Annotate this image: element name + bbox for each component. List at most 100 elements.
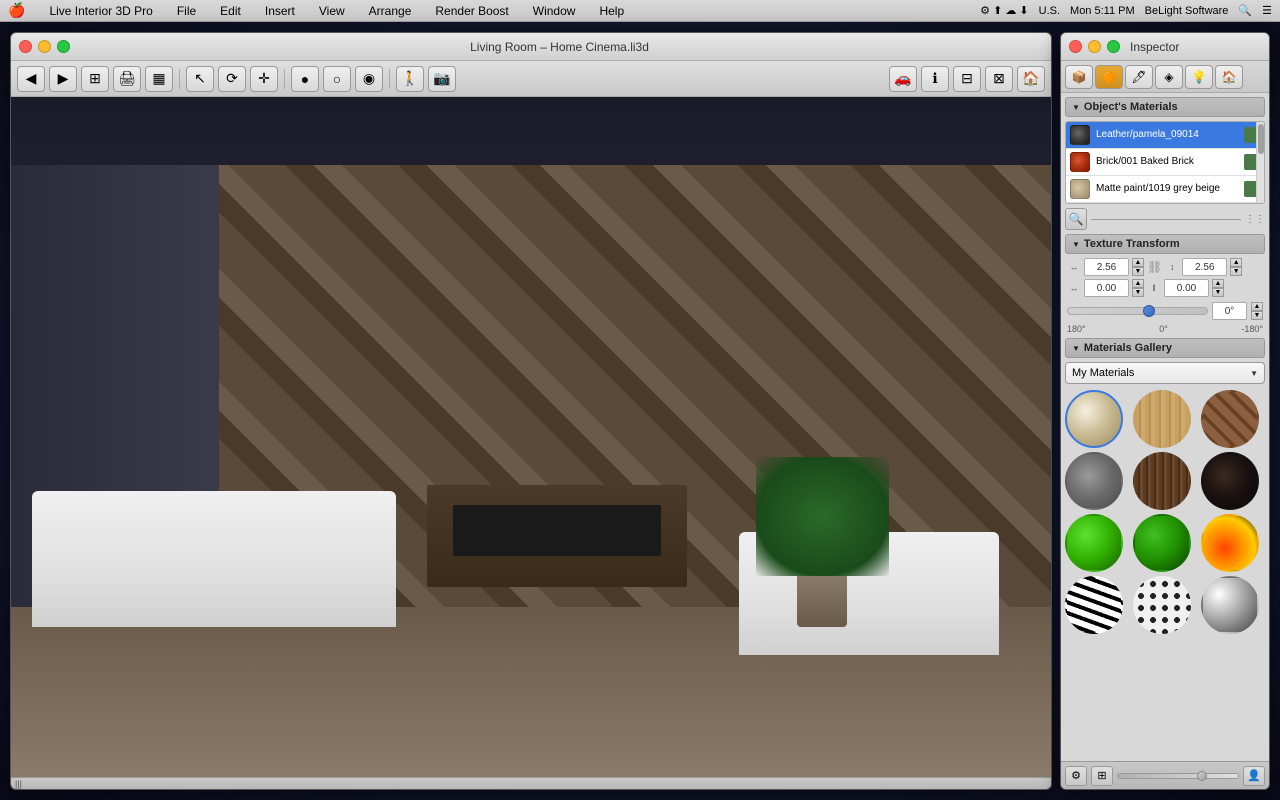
width-input[interactable] xyxy=(1084,258,1129,276)
gallery-grid xyxy=(1065,390,1265,634)
bottom-settings-button[interactable]: ⚙ xyxy=(1065,766,1087,786)
gallery-item-12[interactable] xyxy=(1201,576,1259,634)
offset-x-input[interactable] xyxy=(1084,279,1129,297)
offset-x-stepper-up[interactable]: ▲ xyxy=(1132,279,1144,288)
bottom-person-button[interactable]: 👤 xyxy=(1243,766,1265,786)
maximize-button[interactable] xyxy=(57,40,70,53)
apple-menu[interactable]: 🍎 xyxy=(8,2,25,19)
bottom-grid-button[interactable]: ⊞ xyxy=(1091,766,1113,786)
tab-paint[interactable]: 🖊 xyxy=(1125,65,1153,89)
ring-tool[interactable]: ◉ xyxy=(355,66,383,92)
tab-house[interactable]: 🏠 xyxy=(1215,65,1243,89)
tab-material[interactable]: 🔶 xyxy=(1095,65,1123,89)
info-button[interactable]: ℹ xyxy=(921,66,949,92)
texture-transform-header: ▼ Texture Transform xyxy=(1065,234,1265,254)
menubar-file[interactable]: File xyxy=(173,4,200,18)
rotation-slider-row: ▲ ▼ xyxy=(1065,300,1265,322)
options-button[interactable]: ⋮⋮ xyxy=(1245,214,1265,225)
section-arrow-gallery: ▼ xyxy=(1072,344,1080,353)
tab-object[interactable]: 📦 xyxy=(1065,65,1093,89)
inspector-close-button[interactable] xyxy=(1069,40,1082,53)
inspector-content: ▼ Object's Materials Leather/pamela_0901… xyxy=(1061,93,1269,761)
select-tool[interactable]: ↖ xyxy=(186,66,214,92)
height-stepper-up[interactable]: ▲ xyxy=(1230,258,1242,267)
search-divider xyxy=(1091,219,1241,220)
offset-y-icon: I xyxy=(1147,281,1161,295)
offset-y-input[interactable] xyxy=(1164,279,1209,297)
circle-tool[interactable]: ○ xyxy=(323,66,351,92)
viewport[interactable] xyxy=(11,97,1051,777)
height-input[interactable] xyxy=(1182,258,1227,276)
nav-forward-button[interactable]: ▶ xyxy=(49,66,77,92)
material-item-1[interactable]: Brick/001 Baked Brick xyxy=(1066,149,1264,176)
menubar-edit[interactable]: Edit xyxy=(216,4,245,18)
car-button[interactable]: 🚗 xyxy=(889,66,917,92)
materials-list: Leather/pamela_09014 Brick/001 Baked Bri… xyxy=(1065,121,1265,204)
materials-scrollbar[interactable] xyxy=(1256,122,1264,203)
rotation-label-mid: 0° xyxy=(1159,324,1168,334)
gallery-item-7[interactable] xyxy=(1065,514,1123,572)
gallery-dropdown[interactable]: My Materials ▼ xyxy=(1065,362,1265,384)
inspector-maximize-button[interactable] xyxy=(1107,40,1120,53)
gallery-item-10[interactable] xyxy=(1065,576,1123,634)
view-3d-button[interactable]: ▦ xyxy=(145,66,173,92)
objects-materials-header: ▼ Object's Materials xyxy=(1065,97,1265,117)
gallery-item-2[interactable] xyxy=(1133,390,1191,448)
search-button[interactable]: 🔍 xyxy=(1065,208,1087,230)
offset-x-stepper: ▲ ▼ xyxy=(1132,279,1144,297)
zoom-slider-thumb[interactable] xyxy=(1197,771,1207,781)
view-2d-button[interactable]: ⊟ xyxy=(953,66,981,92)
material-item-0[interactable]: Leather/pamela_09014 xyxy=(1066,122,1264,149)
floor-plan-button[interactable]: ⊞ xyxy=(81,66,109,92)
menubar-app-name[interactable]: Live Interior 3D Pro xyxy=(45,4,156,18)
nav-back-button[interactable]: ◀ xyxy=(17,66,45,92)
close-button[interactable] xyxy=(19,40,32,53)
menubar-brand: BeLight Software xyxy=(1145,5,1229,17)
camera-tool[interactable]: 📷 xyxy=(428,66,456,92)
menubar-help[interactable]: Help xyxy=(595,4,628,18)
minimize-button[interactable] xyxy=(38,40,51,53)
menubar-insert[interactable]: Insert xyxy=(261,4,299,18)
statusbar-text: ||| xyxy=(15,779,22,789)
width-stepper-up[interactable]: ▲ xyxy=(1132,258,1144,267)
menubar-view[interactable]: View xyxy=(315,4,349,18)
view-split-button[interactable]: ⊠ xyxy=(985,66,1013,92)
width-stepper-down[interactable]: ▼ xyxy=(1132,267,1144,276)
menubar-menu-icon[interactable]: ☰ xyxy=(1262,4,1272,17)
offset-x-stepper-down[interactable]: ▼ xyxy=(1132,288,1144,297)
rotation-value-input[interactable] xyxy=(1212,302,1247,320)
rotation-slider-track[interactable] xyxy=(1067,307,1208,315)
rotation-slider-thumb[interactable] xyxy=(1143,305,1155,317)
tab-light[interactable]: 💡 xyxy=(1185,65,1213,89)
rotation-stepper-down[interactable]: ▼ xyxy=(1251,311,1263,320)
orbit-tool[interactable]: ⟳ xyxy=(218,66,246,92)
walk-tool[interactable]: 🚶 xyxy=(396,66,424,92)
height-stepper-down[interactable]: ▼ xyxy=(1230,267,1242,276)
offset-y-stepper-up[interactable]: ▲ xyxy=(1212,279,1224,288)
gallery-item-6[interactable] xyxy=(1201,452,1259,510)
menubar-search-icon[interactable]: 🔍 xyxy=(1238,4,1252,17)
menubar-arrange[interactable]: Arrange xyxy=(365,4,416,18)
gallery-item-4[interactable] xyxy=(1065,452,1123,510)
zoom-slider-track[interactable] xyxy=(1117,773,1239,779)
offset-row: ↔ ▲ ▼ I ▲ ▼ xyxy=(1065,279,1265,297)
gallery-item-11[interactable] xyxy=(1133,576,1191,634)
move-tool[interactable]: ✛ xyxy=(250,66,278,92)
menubar: 🍎 Live Interior 3D Pro File Edit Insert … xyxy=(0,0,1280,22)
material-item-2[interactable]: Matte paint/1019 grey beige xyxy=(1066,176,1264,203)
gallery-item-5[interactable] xyxy=(1133,452,1191,510)
inspector-minimize-button[interactable] xyxy=(1088,40,1101,53)
menubar-right: ⚙ ⬆ ☁ ⬇ U.S. Mon 5:11 PM BeLight Softwar… xyxy=(980,4,1272,17)
offset-y-stepper-down[interactable]: ▼ xyxy=(1212,288,1224,297)
view-3d-mode-button[interactable]: 🏠 xyxy=(1017,66,1045,92)
gallery-item-3[interactable] xyxy=(1201,390,1259,448)
rotation-stepper-up[interactable]: ▲ xyxy=(1251,302,1263,311)
sphere-tool[interactable]: ● xyxy=(291,66,319,92)
gallery-item-9[interactable] xyxy=(1201,514,1259,572)
gallery-item-8[interactable] xyxy=(1133,514,1191,572)
tab-texture[interactable]: ◈ xyxy=(1155,65,1183,89)
menubar-window[interactable]: Window xyxy=(529,4,580,18)
render-button[interactable]: 🖨 xyxy=(113,66,141,92)
gallery-item-1[interactable] xyxy=(1065,390,1123,448)
menubar-render[interactable]: Render Boost xyxy=(431,4,512,18)
